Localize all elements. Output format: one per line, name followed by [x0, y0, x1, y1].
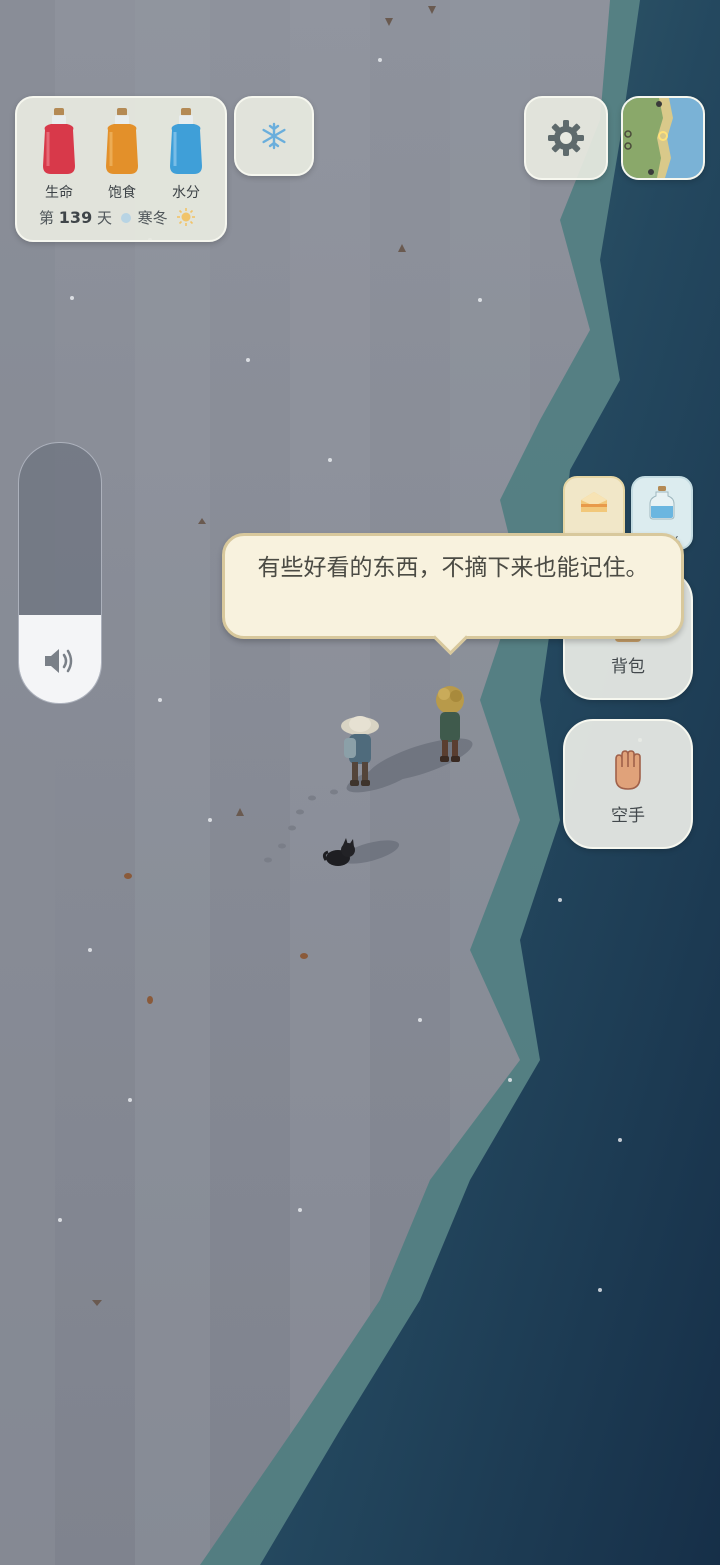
cake-icon [581, 492, 607, 512]
bottle-icon [649, 486, 675, 520]
npc-character [436, 686, 464, 762]
health-bottle-icon [37, 108, 81, 178]
minimap-button[interactable] [621, 96, 705, 180]
volume-slider[interactable] [18, 442, 102, 704]
day-prefix: 第 [39, 209, 55, 227]
player-character [341, 716, 379, 786]
backpack-label: 背包 [611, 657, 645, 677]
health-label: 生命 [45, 185, 73, 201]
speaker-icon [45, 649, 73, 673]
dialogue-bubble[interactable]: 有些好看的东西，不摘下来也能记住。 [222, 533, 684, 656]
water-label: 水分 [172, 185, 200, 201]
settings-button[interactable] [524, 96, 608, 180]
day-number: 139 [58, 208, 93, 227]
black-cat [322, 838, 355, 866]
gear-icon [548, 120, 584, 156]
food-bottle-icon [100, 108, 144, 178]
season-dot-icon [120, 213, 131, 223]
empty-hand-button[interactable]: 空手 [563, 719, 693, 849]
day-suffix: 天 [96, 209, 112, 227]
dialogue-text: 有些好看的东西，不摘下来也能记住。 [257, 555, 649, 581]
snowflake-icon [262, 122, 286, 150]
day-counter: 第 139 天 寒冬 [39, 207, 196, 231]
status-panel: 生命 饱食 水分 第 139 天 寒冬 [15, 96, 227, 242]
minimap [623, 98, 703, 178]
water-bottle-icon [164, 108, 208, 178]
empty-hand-label: 空手 [611, 806, 645, 826]
food-label: 饱食 [108, 185, 136, 201]
sun-icon [176, 207, 196, 231]
weather-button[interactable] [234, 96, 314, 176]
season-label: 寒冬 [137, 209, 168, 227]
hand-icon [615, 750, 641, 790]
